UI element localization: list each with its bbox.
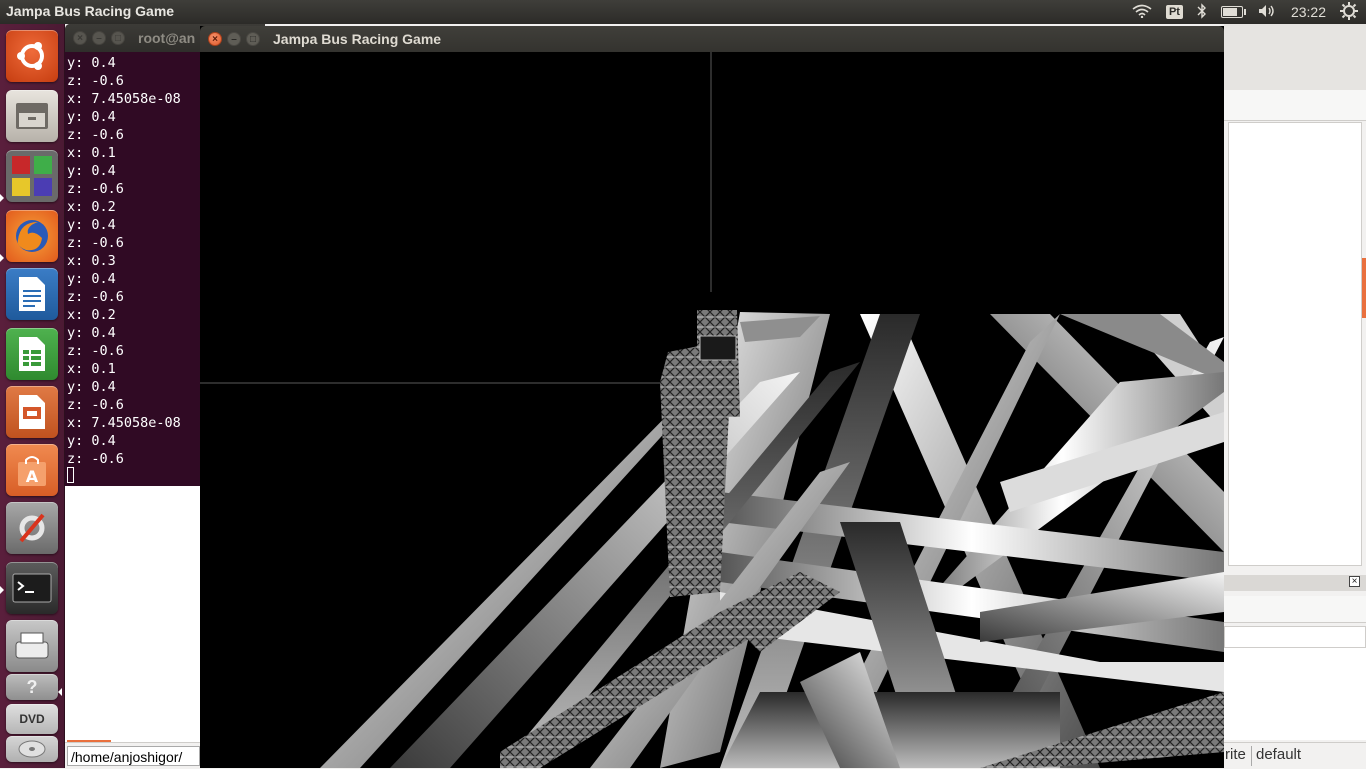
writer-launcher-button[interactable] — [6, 268, 58, 320]
scroll-highlight[interactable] — [1362, 258, 1366, 318]
calc-launcher-button[interactable] — [6, 328, 58, 380]
terminal-line: z: -0.6 — [67, 451, 124, 467]
terminal-launcher-button[interactable] — [6, 562, 58, 614]
terminal-cursor — [67, 467, 74, 483]
software-center-launcher-button[interactable]: A — [6, 444, 58, 496]
firefox-icon — [16, 220, 48, 252]
terminal-line: y: 0.4 — [67, 55, 116, 71]
indicator-area: Pt 23:22 — [1132, 0, 1358, 24]
editor-content-area — [65, 486, 201, 742]
terminal-line: z: -0.6 — [67, 397, 124, 413]
terminal-line: y: 0.4 — [67, 217, 116, 233]
terminal-line: x: 0.2 — [67, 307, 116, 323]
background-editor-window: × — [1224, 24, 1366, 768]
minimize-icon[interactable]: – — [227, 32, 241, 46]
file-path-field[interactable]: /home/anjoshigor/ — [67, 746, 200, 766]
scanner-icon — [15, 632, 49, 659]
firefox-launcher-button[interactable] — [6, 210, 58, 262]
background-window-panel — [1228, 122, 1362, 566]
wifi-icon[interactable] — [1132, 4, 1152, 21]
document-icon — [19, 277, 45, 311]
spreadsheet-icon — [19, 337, 45, 371]
question-mark-icon: ? — [26, 677, 38, 697]
terminal-minimize-icon[interactable]: – — [92, 31, 106, 45]
top-panel: Jampa Bus Racing Game Pt 23:22 — [0, 0, 1366, 24]
active-tab-indicator — [67, 740, 111, 742]
terminal-close-icon[interactable]: × — [73, 31, 87, 45]
presentation-icon — [19, 395, 45, 429]
wrench-gear-icon — [19, 513, 45, 543]
app-launcher-button[interactable] — [6, 150, 58, 202]
help-launcher-button[interactable]: ? — [6, 674, 58, 700]
running-indicator — [58, 688, 62, 696]
profile-label[interactable]: default — [1251, 746, 1366, 766]
volume-icon[interactable] — [1257, 3, 1277, 22]
dvd-launcher-button-2[interactable] — [6, 736, 58, 762]
terminal-line: y: 0.4 — [67, 109, 116, 125]
bottom-panel-toolbar — [1224, 596, 1366, 623]
terminal-line: x: 0.2 — [67, 199, 116, 215]
tower-top — [697, 310, 740, 417]
terminal-line: z: -0.6 — [67, 235, 124, 251]
system-settings-launcher-button[interactable] — [6, 502, 58, 554]
bluetooth-icon[interactable] — [1197, 2, 1207, 22]
colored-cubes-icon — [12, 156, 52, 196]
dvd-launcher-button[interactable]: DVD — [6, 704, 58, 734]
terminal-line: z: -0.6 — [67, 127, 124, 143]
clock[interactable]: 23:22 — [1291, 4, 1326, 20]
impress-launcher-button[interactable] — [6, 386, 58, 438]
background-window-header — [1224, 24, 1366, 90]
unity-launcher: A ? DVD — [0, 24, 65, 768]
game-window-title: Jampa Bus Racing Game — [273, 31, 442, 47]
terminal-output: y: 0.4 z: -0.6 x: 7.45058e-08 y: 0.4 z: -0.6… — [67, 54, 181, 468]
bottom-panel-input[interactable] — [1224, 626, 1366, 648]
terminal-line: x: 0.1 — [67, 361, 116, 377]
terminal-line: y: 0.4 — [67, 163, 116, 179]
files-launcher-button[interactable] — [6, 90, 58, 142]
3d-scene — [200, 52, 1224, 768]
settings-gear-icon[interactable] — [1340, 1, 1358, 23]
running-indicator — [0, 194, 4, 202]
running-indicator — [0, 586, 4, 594]
active-app-title: Jampa Bus Racing Game — [6, 3, 175, 19]
terminal-line: z: -0.6 — [67, 181, 124, 197]
terminal-line: y: 0.4 — [67, 433, 116, 449]
keyboard-layout-indicator[interactable]: Pt — [1165, 5, 1183, 19]
bottom-panel-content — [1224, 648, 1366, 740]
battery-icon[interactable] — [1220, 6, 1246, 18]
shopping-bag-icon: A — [18, 456, 46, 486]
ubuntu-dash-button[interactable] — [6, 30, 58, 82]
dvd-label: DVD — [19, 712, 45, 726]
maximize-icon[interactable]: □ — [246, 32, 260, 46]
close-panel-icon[interactable]: × — [1349, 576, 1360, 587]
close-icon[interactable]: × — [208, 32, 222, 46]
scanner-launcher-button[interactable] — [6, 620, 58, 672]
terminal-line: z: -0.6 — [67, 289, 124, 305]
bottom-panel-header — [1224, 575, 1366, 591]
disc-icon — [18, 740, 46, 758]
file-cabinet-icon — [16, 103, 48, 129]
terminal-line: z: -0.6 — [67, 343, 124, 359]
terminal-line: y: 0.4 — [67, 271, 116, 287]
terminal-line: x: 0.1 — [67, 145, 116, 161]
game-3d-viewport[interactable] — [200, 52, 1224, 768]
terminal-title: root@an — [138, 30, 196, 46]
background-window-tab[interactable] — [1224, 90, 1366, 121]
game-window[interactable]: × – □ Jampa Bus Racing Game — [200, 26, 1224, 768]
terminal-line: x: 7.45058e-08 — [67, 91, 181, 107]
terminal-line: x: 7.45058e-08 — [67, 415, 181, 431]
terminal-icon — [12, 573, 52, 603]
terminal-line: y: 0.4 — [67, 379, 116, 395]
terminal-line: y: 0.4 — [67, 325, 116, 341]
terminal-maximize-icon[interactable]: □ — [111, 31, 125, 45]
terminal-line: x: 0.3 — [67, 253, 116, 269]
svg-text:A: A — [26, 467, 39, 486]
running-indicator — [0, 254, 4, 262]
game-titlebar[interactable]: × – □ Jampa Bus Racing Game — [200, 26, 1224, 52]
terminal-line: z: -0.6 — [67, 73, 124, 89]
mode-label: rite — [1225, 746, 1246, 763]
ubuntu-logo-icon — [17, 42, 44, 70]
